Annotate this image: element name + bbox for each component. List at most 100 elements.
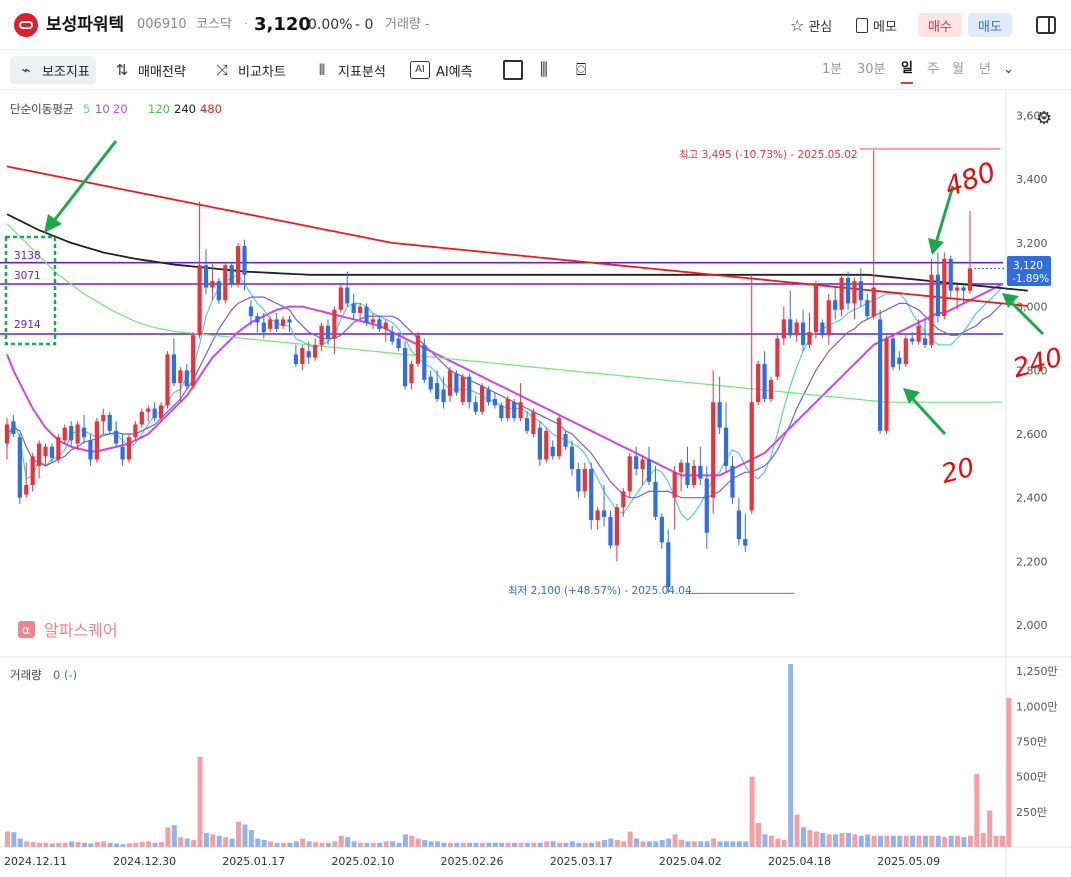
candle-body [293,354,298,364]
volume-bar [839,832,845,847]
candle-body [781,319,786,339]
price-y-tick: 3,200 [1016,237,1048,250]
volume-bar [852,834,858,847]
candle-body [897,357,902,364]
period-day[interactable]: 일 [901,56,913,84]
indicators-button[interactable]: ⌁ 보조지표 [10,56,96,84]
candle-body [268,319,273,329]
candle-body [383,322,388,329]
price-tag-pct: -1.89% [1012,273,1049,285]
square-tool-icon[interactable] [503,60,523,80]
period-30min[interactable]: 30분 [857,56,886,84]
candle-body [845,277,851,304]
analysis-label: 지표분석 [338,64,386,80]
candle-body [595,510,600,521]
volume-bar [409,835,415,847]
chevron-down-icon[interactable]: ⌄ [1003,56,1014,84]
svg-text:알파스퀘어: 알파스퀘어 [44,621,118,640]
volume-bar [807,830,813,847]
volume-bar [1006,697,1012,847]
price-y-tick: 3,600 [1016,109,1048,122]
volume-bar [197,756,203,847]
candle-body [390,332,395,342]
volume-bar [775,838,781,847]
candle-body [114,430,119,444]
sell-button[interactable]: 매도 [968,13,1012,37]
candle-body [820,322,825,336]
volume-bar [203,832,209,847]
volume-bar [306,841,312,847]
volume-bar [531,842,537,847]
candle-body [139,411,144,425]
candle-body [351,303,356,313]
volume-bar [152,842,158,847]
volume-bar [69,841,75,847]
volume-bar [332,841,338,847]
candle-body [37,443,42,466]
hline-label-3138: 3138 [14,250,41,262]
candle-body [794,322,799,336]
volume-bar [993,835,999,847]
strategy-button[interactable]: ⇅ 매매전략 [112,56,186,84]
volume-bar [492,842,498,847]
analysis-button[interactable]: ⫴ 지표분석 [312,56,386,84]
volume-bar [447,842,453,847]
period-1min[interactable]: 1분 [822,56,842,84]
candle-body [775,338,780,377]
candle-body [614,507,619,546]
stock-code: 006910 [137,17,187,32]
buy-button[interactable]: 매수 [918,13,962,37]
volume-bar [236,821,242,847]
period-month[interactable]: 월 [952,56,964,84]
camera-icon[interactable]: ⌼ [576,56,586,84]
volume-bar [248,830,254,847]
indicators-label: 보조지표 [42,64,90,80]
volume-bar [865,834,871,847]
side-panel-icon[interactable] [1036,16,1056,34]
candle-body [788,319,793,336]
compare-button[interactable]: ⤨ 비교차트 [212,56,286,84]
price-y-tick: 2,000 [1016,619,1048,632]
price-tag-value: 3,120 [1013,260,1043,272]
candle-body [499,405,504,419]
volume-bar [980,832,986,847]
volume-bar [345,837,351,847]
volume-y-tick: 1,250만 [1016,665,1058,678]
volume-bar [884,835,890,847]
candle-body [768,379,774,399]
candle-body [833,300,838,310]
ma-legend-20: 20 [113,102,128,116]
memo-icon [856,17,868,33]
memo-button[interactable]: 메모 [856,13,897,37]
candle-body [428,376,433,390]
candle-body [942,258,947,317]
volume-bar [287,842,293,847]
hline-label-2914: 2914 [14,319,41,331]
favorite-button[interactable]: ☆ 관심 [790,13,832,37]
ai-predict-button[interactable]: AI AI예측 [410,56,473,84]
volume-bar [621,841,627,847]
period-week[interactable]: 주 [927,56,939,84]
candle-body [537,427,542,460]
candle-body [447,370,453,396]
candle-body [325,325,331,339]
candle-body [280,319,286,326]
volume-bar [646,841,652,847]
handwritten-20: 20 [938,453,978,491]
candle-body [813,284,819,333]
candle-body [518,402,523,419]
period-year[interactable]: 년 [979,56,991,84]
candle-type-icon[interactable]: ⫼ [540,56,548,84]
x-tick-label: 2025.04.18 [768,855,831,868]
volume-bar [666,838,672,847]
price-volume-chart[interactable]: 3,6003,4003,2003,0002,8002,6002,4002,200… [0,90,1071,877]
candle-body [929,274,934,345]
candle-body [467,376,472,403]
ma-10-line [6,296,1003,499]
alphasquare-logo: α 알파스퀘어 [18,621,118,640]
candle-body [685,462,690,485]
volume-bar [653,841,659,847]
candle-body [711,402,716,498]
candle-body [358,306,363,313]
volume-bar [672,834,678,847]
